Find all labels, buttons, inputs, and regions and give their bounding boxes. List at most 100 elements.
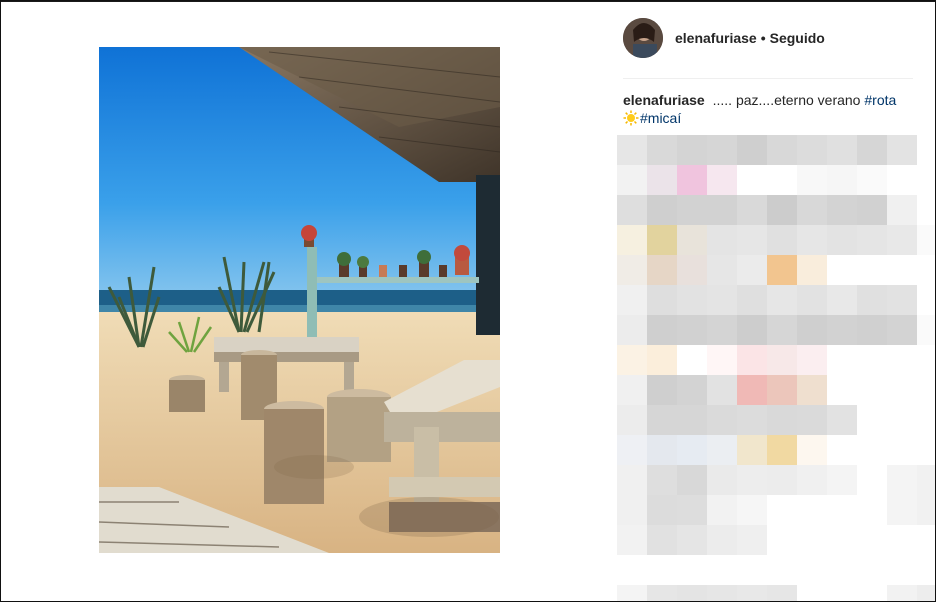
caption-username[interactable]: elenafuriase: [623, 92, 705, 108]
mosaic-cell: [797, 495, 827, 525]
mosaic-cell: [857, 165, 887, 195]
mosaic-cell: [617, 435, 647, 465]
mosaic-cell: [827, 135, 857, 165]
mosaic-cell: [767, 345, 797, 375]
mosaic-cell: [827, 465, 857, 495]
mosaic-cell: [797, 255, 827, 285]
mosaic-cell: [647, 465, 677, 495]
mosaic-cell: [827, 375, 857, 405]
header-separator: •: [760, 30, 766, 46]
hashtag-rota[interactable]: #rota: [864, 92, 896, 108]
mosaic-cell: [677, 165, 707, 195]
mosaic-cell: [737, 585, 767, 602]
mosaic-cell: [917, 135, 936, 165]
mosaic-cell: [767, 195, 797, 225]
mosaic-cell: [857, 465, 887, 495]
mosaic-cell: [647, 135, 677, 165]
mosaic-cell: [617, 345, 647, 375]
mosaic-cell: [917, 495, 936, 525]
mosaic-cell: [797, 135, 827, 165]
mosaic-cell: [767, 405, 797, 435]
mosaic-cell: [887, 555, 917, 585]
mosaic-cell: [707, 405, 737, 435]
mosaic-cell: [857, 195, 887, 225]
mosaic-cell: [797, 585, 827, 602]
mosaic-cell: [887, 345, 917, 375]
mosaic-cell: [677, 345, 707, 375]
hashtag-micai[interactable]: #micaí: [640, 110, 681, 126]
follow-status-button[interactable]: Seguido: [770, 30, 825, 46]
mosaic-cell: [647, 165, 677, 195]
mosaic-cell: [887, 165, 917, 195]
mosaic-cell: [617, 315, 647, 345]
mosaic-cell: [737, 495, 767, 525]
mosaic-cell: [797, 165, 827, 195]
pixelated-comments: [617, 135, 936, 602]
mosaic-cell: [767, 255, 797, 285]
mosaic-cell: [707, 525, 737, 555]
mosaic-cell: [617, 375, 647, 405]
mosaic-cell: [617, 255, 647, 285]
mosaic-cell: [857, 255, 887, 285]
avatar[interactable]: [623, 18, 663, 58]
mosaic-cell: [647, 375, 677, 405]
mosaic-cell: [707, 195, 737, 225]
mosaic-cell: [617, 165, 647, 195]
mosaic-cell: [617, 135, 647, 165]
mosaic-cell: [767, 285, 797, 315]
mosaic-cell: [767, 315, 797, 345]
mosaic-cell: [767, 555, 797, 585]
mosaic-cell: [887, 495, 917, 525]
mosaic-cell: [737, 195, 767, 225]
sun-icon: [623, 110, 639, 126]
mosaic-cell: [827, 285, 857, 315]
mosaic-cell: [767, 465, 797, 495]
mosaic-cell: [827, 165, 857, 195]
mosaic-cell: [737, 405, 767, 435]
post-image[interactable]: [99, 47, 500, 553]
mosaic-cell: [857, 435, 887, 465]
mosaic-cell: [797, 525, 827, 555]
post-caption: elenafuriase ..... paz....eterno verano …: [623, 91, 919, 127]
mosaic-cell: [707, 255, 737, 285]
mosaic-cell: [827, 315, 857, 345]
mosaic-cell: [647, 525, 677, 555]
mosaic-cell: [917, 375, 936, 405]
mosaic-cell: [857, 285, 887, 315]
mosaic-cell: [917, 345, 936, 375]
mosaic-cell: [707, 555, 737, 585]
mosaic-cell: [887, 255, 917, 285]
mosaic-cell: [917, 315, 936, 345]
mosaic-cell: [647, 405, 677, 435]
mosaic-cell: [647, 255, 677, 285]
mosaic-cell: [917, 405, 936, 435]
mosaic-cell: [737, 465, 767, 495]
mosaic-cell: [707, 465, 737, 495]
mosaic-cell: [737, 255, 767, 285]
mosaic-cell: [887, 225, 917, 255]
mosaic-cell: [797, 465, 827, 495]
mosaic-cell: [797, 315, 827, 345]
mosaic-cell: [767, 375, 797, 405]
mosaic-cell: [827, 555, 857, 585]
mosaic-cell: [857, 375, 887, 405]
mosaic-cell: [857, 495, 887, 525]
mosaic-cell: [797, 555, 827, 585]
mosaic-cell: [797, 375, 827, 405]
mosaic-cell: [797, 225, 827, 255]
mosaic-cell: [917, 435, 936, 465]
header-username[interactable]: elenafuriase: [675, 30, 757, 46]
mosaic-cell: [827, 345, 857, 375]
mosaic-cell: [917, 525, 936, 555]
mosaic-cell: [737, 555, 767, 585]
mosaic-cell: [857, 135, 887, 165]
mosaic-cell: [707, 225, 737, 255]
mosaic-cell: [647, 195, 677, 225]
mosaic-cell: [827, 195, 857, 225]
mosaic-cell: [707, 375, 737, 405]
mosaic-cell: [797, 195, 827, 225]
mosaic-cell: [707, 135, 737, 165]
mosaic-cell: [917, 555, 936, 585]
mosaic-cell: [677, 405, 707, 435]
mosaic-cell: [677, 465, 707, 495]
